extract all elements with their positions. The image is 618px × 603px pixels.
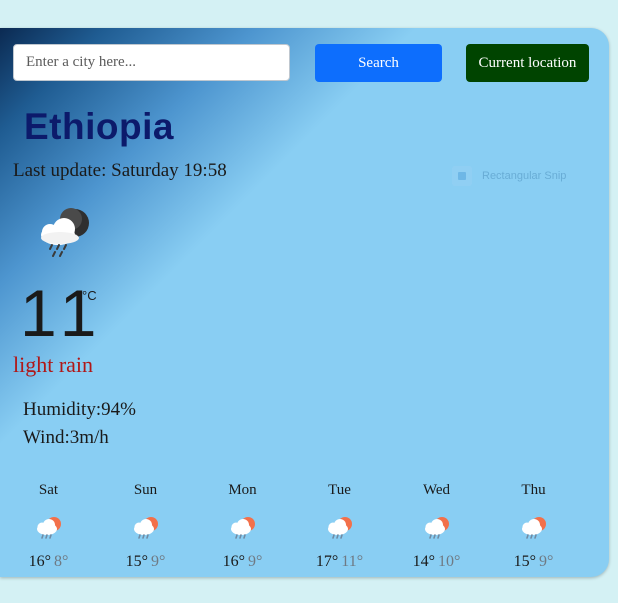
forecast-temps: 16° 8° bbox=[29, 553, 69, 571]
forecast-max: 14° bbox=[412, 553, 435, 570]
sun-rain-cloud-icon bbox=[133, 517, 158, 539]
city-name: Ethiopia bbox=[24, 106, 174, 147]
weather-description: light rain bbox=[13, 352, 94, 377]
forecast-day-name: Tue bbox=[328, 482, 351, 498]
forecast-max: 16° bbox=[222, 553, 245, 570]
forecast-day-name: Thu bbox=[521, 482, 546, 498]
city-search-input[interactable] bbox=[13, 44, 290, 81]
snip-overlay: Rectangular Snip bbox=[452, 166, 566, 186]
current-temperature: 11 bbox=[20, 276, 105, 350]
snip-icon bbox=[452, 166, 472, 186]
forecast-temps: 16° 9° bbox=[223, 553, 263, 571]
sun-rain-cloud-icon bbox=[327, 517, 352, 539]
forecast: Sat 16° 8° Sun 15° 9° Mon 16° 9° Tue 17°… bbox=[0, 482, 582, 571]
forecast-day: Sun 15° 9° bbox=[97, 482, 194, 571]
forecast-min: 8° bbox=[54, 553, 69, 570]
humidity: Humidity:94% bbox=[23, 399, 136, 420]
forecast-temps: 15° 9° bbox=[514, 553, 554, 571]
forecast-min: 9° bbox=[248, 553, 263, 570]
forecast-max: 17° bbox=[315, 553, 339, 570]
forecast-day-name: Sun bbox=[133, 482, 158, 498]
snip-label: Rectangular Snip bbox=[482, 170, 567, 182]
forecast-max: 15° bbox=[125, 553, 148, 570]
forecast-max: 15° bbox=[513, 553, 536, 570]
forecast-day: Wed 14° 10° bbox=[388, 482, 485, 571]
wind-speed: Wind:3m/h bbox=[23, 427, 109, 448]
forecast-day: Sat 16° 8° bbox=[0, 482, 97, 571]
current-location-button[interactable]: Current location bbox=[466, 44, 589, 82]
forecast-day: Mon 16° 9° bbox=[194, 482, 291, 571]
weather-card: Search Current location Ethiopia Last up… bbox=[0, 28, 609, 577]
sun-rain-cloud-icon bbox=[36, 517, 61, 539]
sun-rain-cloud-icon bbox=[230, 517, 255, 539]
sun-rain-cloud-icon bbox=[424, 517, 449, 539]
forecast-min: 9° bbox=[151, 553, 166, 570]
temperature-unit[interactable]: °C bbox=[82, 288, 97, 303]
rain-cloud-night-icon bbox=[41, 208, 89, 257]
forecast-min: 9° bbox=[539, 553, 554, 570]
search-button[interactable]: Search bbox=[315, 44, 442, 82]
forecast-temps: 17° 11° bbox=[316, 553, 363, 571]
forecast-temps: 15° 9° bbox=[126, 553, 166, 571]
sun-rain-cloud-icon bbox=[521, 517, 546, 539]
forecast-max: 16° bbox=[28, 553, 51, 570]
forecast-min: 11° bbox=[341, 553, 364, 570]
forecast-day-name: Wed bbox=[422, 482, 451, 498]
forecast-min: 10° bbox=[438, 553, 461, 570]
forecast-day: Tue 17° 11° bbox=[291, 482, 388, 571]
forecast-day-name: Sat bbox=[38, 482, 59, 498]
forecast-day: Thu 15° 9° bbox=[485, 482, 582, 571]
forecast-temps: 14° 10° bbox=[413, 553, 461, 571]
last-update: Last update: Saturday 19:58 bbox=[13, 160, 227, 181]
forecast-day-name: Mon bbox=[228, 482, 257, 498]
